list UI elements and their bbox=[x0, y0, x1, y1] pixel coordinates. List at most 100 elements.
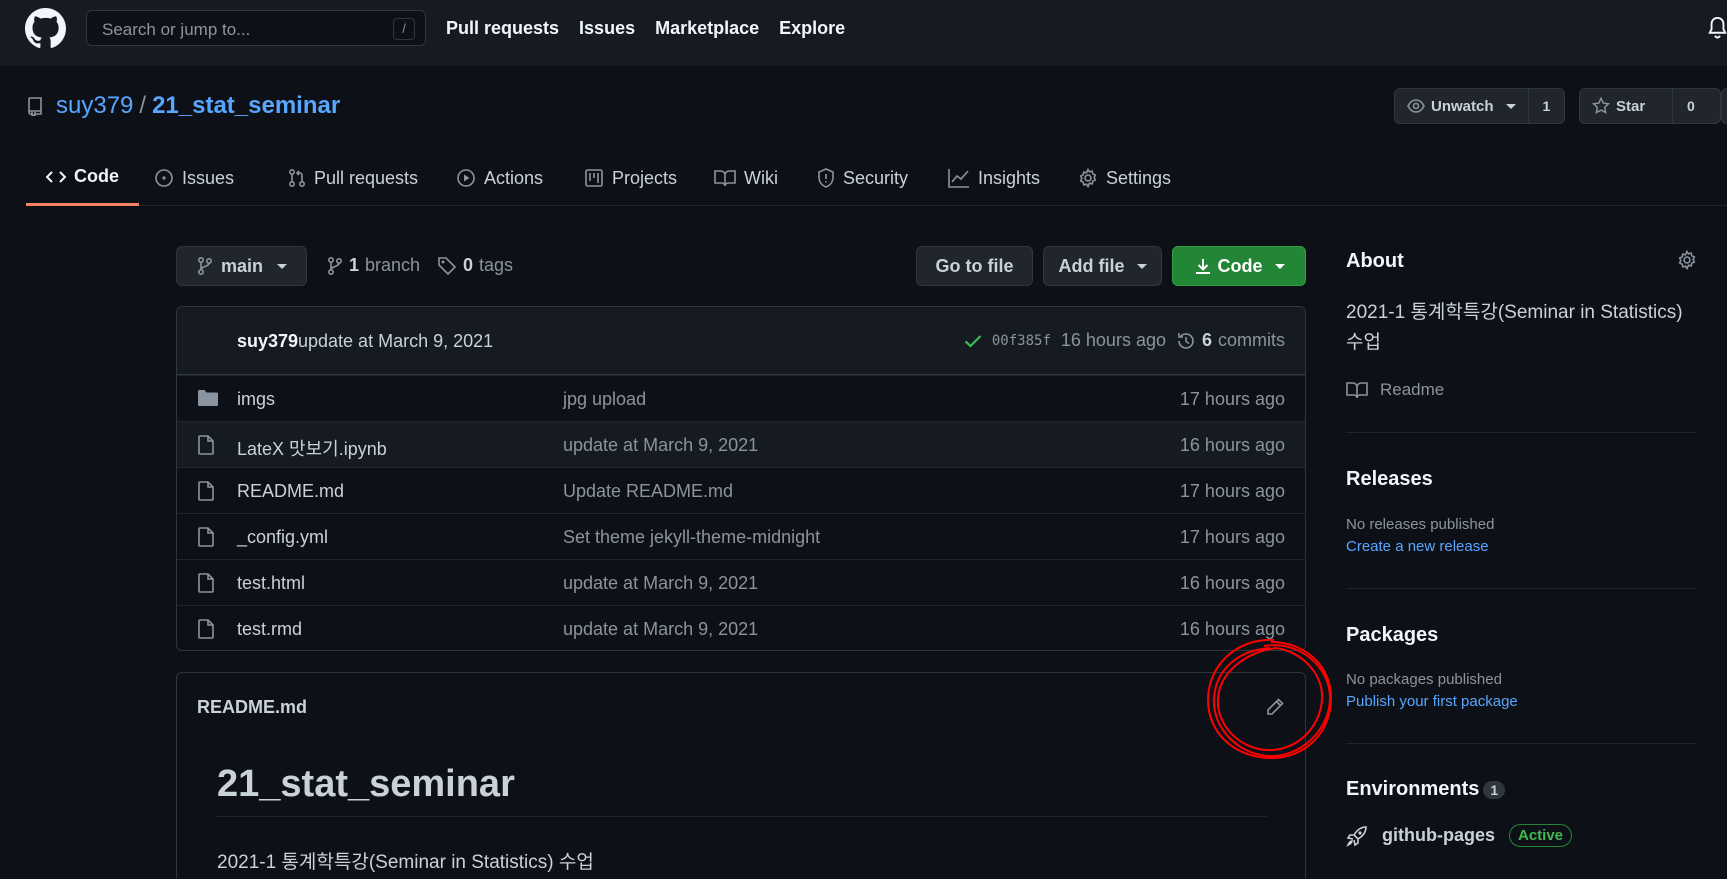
tab-issues[interactable]: Issues bbox=[134, 150, 254, 206]
releases-heading[interactable]: Releases bbox=[1346, 468, 1433, 491]
commits-history-link[interactable]: 6 commits bbox=[1176, 330, 1285, 351]
pull-request-icon bbox=[288, 168, 306, 188]
download-icon bbox=[1195, 259, 1210, 274]
add-file-label: Add file bbox=[1058, 255, 1125, 276]
readme-filename: README.md bbox=[197, 697, 308, 717]
repo-owner-link[interactable]: suy379 bbox=[56, 92, 133, 119]
file-age: 16 hours ago bbox=[1179, 573, 1285, 593]
chevron-down-icon bbox=[1505, 103, 1516, 109]
file-name-link[interactable]: imgs bbox=[237, 389, 275, 410]
readme-link[interactable]: Readme bbox=[1346, 380, 1444, 400]
repo-breadcrumb: suy379/21_stat_seminar bbox=[56, 92, 340, 120]
pencil-icon[interactable] bbox=[1265, 697, 1285, 717]
file-icon bbox=[198, 435, 214, 455]
file-name-link[interactable]: _config.yml bbox=[237, 527, 328, 548]
file-age: 17 hours ago bbox=[1179, 527, 1285, 547]
tab-code[interactable]: Code bbox=[26, 150, 139, 206]
repo-name-link[interactable]: 21_stat_seminar bbox=[152, 92, 340, 119]
publish-package-link[interactable]: Publish your first package bbox=[1346, 693, 1518, 710]
tab-insights[interactable]: Insights bbox=[928, 150, 1060, 206]
git-branch-icon bbox=[197, 256, 213, 276]
file-row[interactable]: test.rmd update at March 9, 2021 16 hour… bbox=[177, 605, 1305, 650]
git-branch-icon bbox=[327, 256, 343, 275]
tab-settings-label: Settings bbox=[1106, 167, 1172, 188]
readme-heading: 21_stat_seminar bbox=[217, 763, 1267, 817]
nav-pull-requests[interactable]: Pull requests bbox=[446, 18, 559, 39]
file-name-link[interactable]: test.html bbox=[237, 573, 305, 594]
sidebar-divider bbox=[1346, 432, 1696, 433]
branch-label: branch bbox=[365, 255, 421, 275]
tag-count: 0 bbox=[463, 255, 474, 275]
star-count[interactable]: 0 bbox=[1672, 89, 1709, 123]
unwatch-button[interactable]: Unwatch bbox=[1395, 89, 1528, 123]
file-row[interactable]: LateX 맛보기.ipynb update at March 9, 2021 … bbox=[177, 421, 1305, 467]
nav-issues[interactable]: Issues bbox=[579, 18, 635, 39]
file-commit-message-link[interactable]: update at March 9, 2021 bbox=[563, 619, 758, 640]
sidebar-divider bbox=[1346, 743, 1696, 744]
nav-marketplace[interactable]: Marketplace bbox=[655, 18, 759, 39]
environments-heading[interactable]: Environments 1 bbox=[1346, 778, 1506, 801]
tab-wiki[interactable]: Wiki bbox=[694, 150, 798, 206]
branches-link[interactable]: 1 branch bbox=[327, 255, 420, 276]
watch-count[interactable]: 1 bbox=[1527, 89, 1565, 123]
add-file-button[interactable]: Add file bbox=[1043, 246, 1162, 286]
file-row[interactable]: _config.yml Set theme jekyll-theme-midni… bbox=[177, 513, 1305, 559]
file-row[interactable]: test.html update at March 9, 2021 16 hou… bbox=[177, 559, 1305, 605]
code-button-label: Code bbox=[1217, 255, 1263, 276]
file-name-link[interactable]: README.md bbox=[237, 481, 344, 502]
file-name-link[interactable]: test.rmd bbox=[237, 619, 302, 640]
commit-message-link[interactable]: update at March 9, 2021 bbox=[298, 331, 493, 352]
file-commit-message-link[interactable]: jpg upload bbox=[563, 389, 646, 410]
tags-link[interactable]: 0 tags bbox=[437, 255, 513, 276]
file-commit-message-link[interactable]: Update README.md bbox=[563, 481, 733, 502]
file-commit-message-link[interactable]: Set theme jekyll-theme-midnight bbox=[563, 527, 820, 548]
environments-title: Environments bbox=[1346, 778, 1480, 800]
code-button[interactable]: Code bbox=[1172, 246, 1306, 286]
file-age: 16 hours ago bbox=[1179, 435, 1285, 455]
folder-icon bbox=[198, 390, 218, 406]
tab-pull-requests[interactable]: Pull requests bbox=[268, 150, 438, 206]
star-button[interactable]: Star bbox=[1580, 89, 1672, 123]
file-row[interactable]: README.md Update README.md 17 hours ago bbox=[177, 467, 1305, 513]
releases-empty-text: No releases published bbox=[1346, 516, 1495, 533]
fork-button[interactable] bbox=[1721, 88, 1727, 124]
tag-label: tags bbox=[479, 255, 514, 275]
repo-tabs: Code Issues Pull requests Actions Projec… bbox=[26, 150, 1727, 206]
nav-explore[interactable]: Explore bbox=[779, 18, 845, 39]
play-icon bbox=[457, 169, 475, 187]
check-icon[interactable] bbox=[964, 334, 982, 348]
readme-link-label: Readme bbox=[1380, 380, 1445, 399]
github-logo-icon[interactable] bbox=[25, 8, 66, 49]
tab-security-label: Security bbox=[843, 167, 909, 188]
unwatch-label: Unwatch bbox=[1431, 97, 1494, 115]
tab-security[interactable]: Security bbox=[797, 150, 928, 206]
tab-settings[interactable]: Settings bbox=[1058, 150, 1191, 206]
book-icon bbox=[714, 170, 736, 187]
commit-sha-link[interactable]: 00f385f bbox=[992, 333, 1051, 349]
tab-actions-label: Actions bbox=[484, 167, 544, 188]
tab-projects[interactable]: Projects bbox=[564, 150, 697, 206]
file-row[interactable]: imgs jpg upload 17 hours ago bbox=[177, 375, 1305, 421]
chevron-down-icon bbox=[277, 263, 288, 269]
global-nav: Pull requests Issues Marketplace Explore bbox=[446, 18, 845, 39]
gear-icon[interactable] bbox=[1677, 250, 1697, 270]
packages-heading[interactable]: Packages bbox=[1346, 624, 1438, 647]
search-input[interactable]: Search or jump to... / bbox=[86, 10, 426, 46]
bell-icon[interactable] bbox=[1708, 16, 1727, 40]
file-commit-message-link[interactable]: update at March 9, 2021 bbox=[563, 435, 758, 456]
file-icon bbox=[198, 527, 214, 547]
file-age: 17 hours ago bbox=[1179, 389, 1285, 409]
environment-name-link[interactable]: github-pages bbox=[1382, 825, 1495, 846]
eye-icon bbox=[1407, 99, 1425, 113]
file-name-link[interactable]: LateX 맛보기.ipynb bbox=[237, 435, 387, 461]
environment-status-badge: Active bbox=[1509, 824, 1573, 847]
file-icon bbox=[198, 619, 214, 639]
tab-actions[interactable]: Actions bbox=[436, 150, 563, 206]
commit-author-link[interactable]: suy379 bbox=[237, 331, 298, 352]
branch-select-button[interactable]: main bbox=[176, 246, 307, 286]
chevron-down-icon bbox=[1274, 263, 1285, 269]
create-release-link[interactable]: Create a new release bbox=[1346, 538, 1489, 555]
file-commit-message-link[interactable]: update at March 9, 2021 bbox=[563, 573, 758, 594]
file-icon bbox=[198, 573, 214, 593]
go-to-file-button[interactable]: Go to file bbox=[916, 246, 1033, 286]
